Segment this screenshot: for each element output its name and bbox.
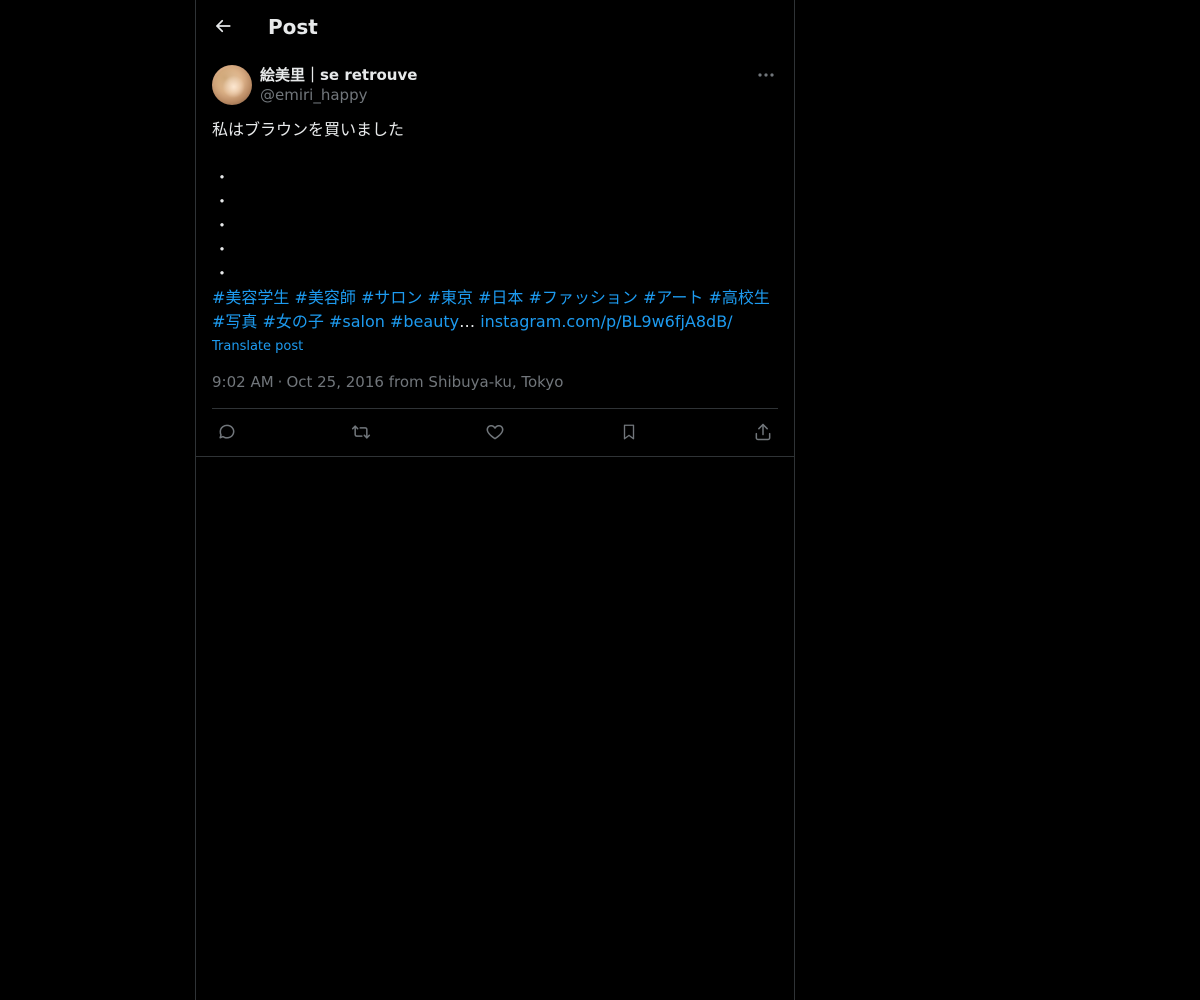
page-header: Post xyxy=(196,0,794,53)
post-meta: 9:02 AM · Oct 25, 2016 from Shibuya-ku, To… xyxy=(212,372,563,392)
from-label: from xyxy=(388,373,424,391)
author-display-name[interactable]: 絵美里｜se retrouve xyxy=(260,64,417,86)
translate-post-link[interactable]: Translate post xyxy=(212,338,303,356)
share-button[interactable] xyxy=(748,418,778,446)
page-title: Post xyxy=(268,15,318,39)
main-column: Post 絵美里｜se retrouve @emiri_happy 私はブラウン… xyxy=(195,0,795,1000)
dot-list: ・ ・ ・ ・ ・ xyxy=(212,166,778,286)
dot-line: ・ xyxy=(214,216,231,235)
truncation-ellipsis: … xyxy=(459,312,476,331)
post-bottom-border xyxy=(196,456,794,457)
author-handle[interactable]: @emiri_happy xyxy=(260,85,367,105)
bookmark-button[interactable] xyxy=(614,418,644,446)
divider xyxy=(212,408,778,409)
post-date[interactable]: Oct 25, 2016 xyxy=(286,373,384,391)
dot-line: ・ xyxy=(214,240,231,259)
post-body: 私はブラウンを買いました ・ ・ ・ ・ ・ #美容学生 #美容師 #サロン #… xyxy=(212,118,778,334)
repost-icon xyxy=(350,422,372,442)
post-text: 私はブラウンを買いました xyxy=(212,120,405,139)
more-options-button[interactable] xyxy=(754,64,778,86)
heart-icon xyxy=(485,422,505,442)
action-bar xyxy=(212,418,778,446)
meta-separator: · xyxy=(277,373,283,391)
reply-icon xyxy=(217,422,237,442)
arrow-left-icon xyxy=(214,17,232,35)
avatar[interactable] xyxy=(212,65,252,105)
like-button[interactable] xyxy=(480,418,510,446)
post-time[interactable]: 9:02 AM xyxy=(212,373,274,391)
repost-button[interactable] xyxy=(346,418,376,446)
author-row: 絵美里｜se retrouve @emiri_happy xyxy=(212,64,778,108)
bookmark-icon xyxy=(620,422,638,442)
instagram-link[interactable]: instagram.com/p/BL9w6fjA8dB/ xyxy=(480,312,732,331)
dot-line: ・ xyxy=(214,264,231,283)
dot-line: ・ xyxy=(214,192,231,211)
reply-button[interactable] xyxy=(212,418,242,446)
post-location: Shibuya-ku, Tokyo xyxy=(428,373,564,391)
more-horizontal-icon xyxy=(758,73,774,77)
dot-line: ・ xyxy=(214,168,231,187)
back-button[interactable] xyxy=(208,11,238,41)
hashtag-block: #美容学生 #美容師 #サロン #東京 #日本 #ファッション #アート #高校… xyxy=(212,286,778,334)
share-icon xyxy=(753,422,773,442)
